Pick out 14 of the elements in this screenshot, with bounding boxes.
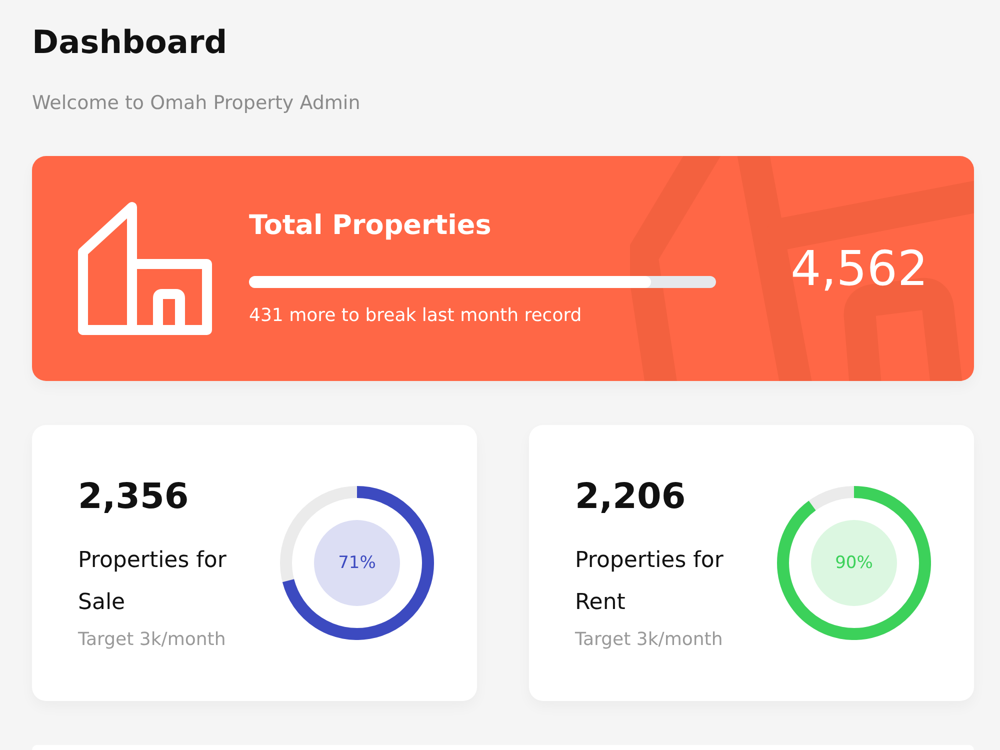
stat-target: Target 3k/month [575, 629, 723, 651]
percent-reading: 71% [314, 520, 400, 606]
stat-value: 2,356 [78, 476, 189, 519]
stat-label: Properties for Rent [575, 547, 724, 617]
page-subtitle: Welcome to Omah Property Admin [32, 91, 360, 115]
house-icon [78, 202, 212, 335]
page-title: Dashboard [32, 22, 228, 62]
total-value: 4,562 [790, 240, 928, 296]
stat-label: Properties for Sale [78, 547, 228, 617]
stat-target: Target 3k/month [78, 629, 226, 651]
percent-reading: 90% [811, 520, 897, 606]
stat-value: 2,206 [575, 476, 686, 519]
progress-note: 431 more to break last month record [249, 304, 582, 328]
banner-title: Total Properties [249, 209, 492, 243]
